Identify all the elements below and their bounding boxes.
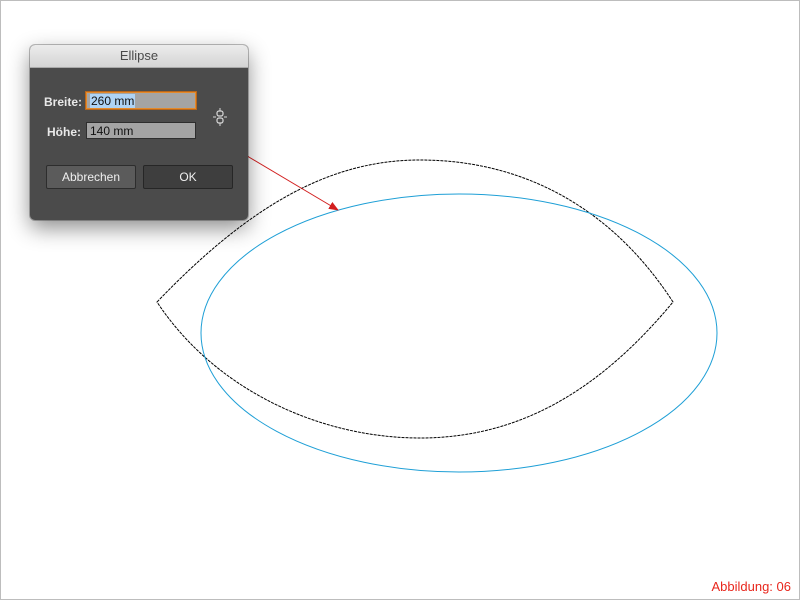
height-label: Höhe: bbox=[47, 125, 81, 139]
ellipse-dialog: Ellipse Breite: 260 mm Höhe: 140 mm Abbr… bbox=[30, 45, 248, 220]
ok-button[interactable]: OK bbox=[143, 165, 233, 189]
chain-link-icon[interactable] bbox=[210, 107, 230, 132]
height-value: 140 mm bbox=[90, 124, 134, 138]
figure-caption: Abbildung: 06 bbox=[711, 579, 791, 594]
width-value: 260 mm bbox=[90, 94, 136, 108]
width-label: Breite: bbox=[44, 95, 83, 109]
cancel-button[interactable]: Abbrechen bbox=[46, 165, 136, 189]
dialog-title: Ellipse bbox=[30, 45, 248, 68]
width-field[interactable]: 260 mm bbox=[86, 92, 196, 109]
ellipse[interactable] bbox=[200, 193, 718, 473]
height-field[interactable]: 140 mm bbox=[86, 122, 196, 139]
